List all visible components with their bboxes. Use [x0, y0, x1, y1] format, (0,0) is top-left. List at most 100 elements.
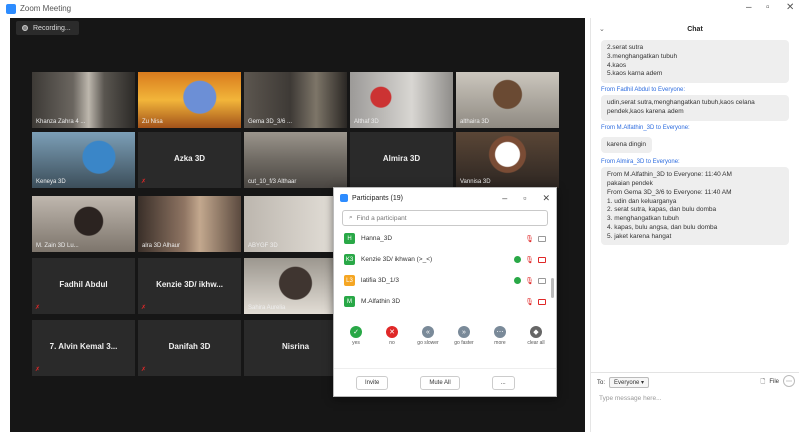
participants-scrollbar[interactable]	[551, 278, 554, 298]
video-tile[interactable]: ABYGF 3D	[244, 196, 347, 252]
yes-reaction-icon	[514, 256, 522, 263]
video-tile-no-camera[interactable]: Nisrina	[244, 320, 347, 376]
tile-participant-name: Nisrina	[281, 342, 310, 351]
muted-mic-icon: ✗	[35, 305, 41, 311]
video-tile-no-camera[interactable]: Danifah 3D ✗	[138, 320, 241, 376]
video-tile[interactable]: alra 3D Alhaur	[138, 196, 241, 252]
video-tile[interactable]: Khanza Zahra 4 ...	[32, 72, 135, 128]
panel-close-button[interactable]: ✕	[542, 193, 550, 204]
reaction-clear-all-button[interactable]: ◆ clear all	[522, 326, 550, 346]
reaction-no-button[interactable]: ✕ no	[378, 326, 406, 346]
participant-avatar: L3	[344, 275, 355, 286]
tile-name: Gema 3D_3/6 ...	[248, 119, 293, 125]
search-placeholder: Find a participant	[356, 214, 407, 222]
chat-message-input[interactable]: Type message here...	[599, 395, 662, 402]
camera-icon	[538, 277, 546, 284]
muted-mic-icon: 🎙︎	[525, 298, 534, 306]
participant-avatar: M	[344, 296, 355, 307]
reaction-yes-button[interactable]: ✓ yes	[342, 326, 370, 346]
zoom-logo-icon	[6, 4, 16, 14]
search-icon: ⌕	[349, 214, 353, 221]
video-tile[interactable]: Keneya 3D	[32, 132, 135, 188]
chat-message: 2.serat sutra 3.menghangatkan tubuh 4.ka…	[601, 40, 789, 84]
tile-name: alra 3D Alhaur	[142, 243, 181, 249]
participant-name: latifia 3D_1/3	[361, 277, 399, 284]
chat-sender: From Fadhil Abdul to Everyone:	[601, 87, 686, 94]
more-options-button[interactable]: ...	[491, 375, 515, 390]
reaction-label: yes	[352, 340, 360, 346]
video-tile[interactable]: cut_10_f/3 Althaar	[244, 132, 347, 188]
reaction-label: go slower	[417, 340, 439, 346]
video-tile-no-camera[interactable]: Fadhil Abdul ✗	[32, 258, 135, 314]
tile-participant-name: Kenzie 3D/ ikhw...	[156, 280, 223, 289]
muted-mic-icon: ✗	[35, 367, 41, 373]
chat-message: From M.Alfathin_3D to Everyone: 11:40 AM…	[601, 167, 789, 246]
participant-row[interactable]: H Hanna_3D 🎙︎	[334, 228, 556, 249]
minimize-button[interactable]: –	[746, 2, 752, 13]
video-tile-no-camera[interactable]: Azka 3D ✗	[138, 132, 241, 188]
reaction-go-faster-button[interactable]: » go faster	[450, 326, 478, 346]
chat-more-icon[interactable]: ⋯	[783, 375, 795, 387]
video-tile-no-camera[interactable]: 7. Alvin Kemal 3... ✗	[32, 320, 135, 376]
tile-name: Althaf 3D	[354, 119, 379, 125]
participant-avatar: H	[344, 233, 355, 244]
panel-maximize-button[interactable]: ▫	[523, 193, 526, 204]
close-window-button[interactable]: ✕	[786, 2, 794, 13]
participants-title: Participants (19)	[352, 194, 403, 202]
clear-all-icon: ◆	[530, 326, 542, 338]
muted-mic-icon: ✗	[141, 305, 147, 311]
camera-off-icon	[538, 256, 546, 263]
video-tile[interactable]: Gema 3D_3/6 ...	[244, 72, 347, 128]
participant-row[interactable]: K3 Kenzie 3D/ ikhwan (>_<) 🎙︎	[334, 249, 556, 270]
tile-name: Khanza Zahra 4 ...	[36, 119, 86, 125]
reaction-label: go faster	[454, 340, 474, 346]
participant-avatar: K3	[344, 254, 355, 265]
maximize-button[interactable]: ▫	[766, 2, 770, 13]
video-tile[interactable]: Sahira Aurelia	[244, 258, 347, 314]
video-tile-no-camera[interactable]: Kenzie 3D/ ikhw... ✗	[138, 258, 241, 314]
chat-sender: From M.Alfathin_3D to Everyone:	[601, 124, 690, 131]
tile-name: ABYGF 3D	[248, 243, 278, 249]
camera-off-icon	[538, 298, 546, 305]
video-tile-active-speaker[interactable]: Zu Nisa	[138, 72, 241, 128]
camera-icon	[538, 235, 546, 242]
reaction-go-slower-button[interactable]: « go slower	[414, 326, 442, 346]
tile-name: cut_10_f/3 Althaar	[248, 179, 297, 185]
tile-name: M. Zain 3D Lu...	[36, 243, 79, 249]
reaction-label: clear all	[527, 340, 545, 346]
window-title: Zoom Meeting	[20, 4, 72, 13]
chat-header: ⌄ Chat	[591, 18, 799, 40]
participant-search-input[interactable]: ⌕ Find a participant	[342, 210, 548, 226]
participant-name: Hanna_3D	[361, 235, 393, 242]
recording-label: Recording...	[33, 24, 71, 32]
video-tile-no-camera[interactable]: Almira 3D	[350, 132, 453, 188]
panel-minimize-button[interactable]: –	[502, 193, 507, 204]
chat-sender: From Almira_3D to Everyone:	[601, 159, 680, 166]
file-label: File	[769, 379, 779, 385]
tile-participant-name: Danifah 3D	[168, 342, 211, 351]
video-tile[interactable]: Vannisa 3D	[456, 132, 559, 188]
invite-button[interactable]: Invite	[356, 375, 389, 390]
record-icon	[22, 25, 28, 31]
muted-mic-icon: 🎙︎	[525, 277, 534, 285]
participant-row[interactable]: M M.Alfathin 3D 🎙︎	[334, 291, 556, 312]
tile-name: Zu Nisa	[142, 119, 163, 125]
recipient-selector: To: Everyone ▾	[597, 377, 650, 388]
chat-title: Chat	[687, 25, 703, 33]
recipient-dropdown[interactable]: Everyone ▾	[609, 377, 650, 388]
tile-participant-name: Almira 3D	[382, 154, 421, 163]
to-label: To:	[597, 379, 606, 386]
file-button[interactable]: 🗋 File	[761, 377, 780, 387]
chat-composer: To: Everyone ▾ 🗋 File ⋯ Type message her…	[591, 372, 799, 432]
tile-participant-name: Fadhil Abdul	[59, 280, 108, 289]
mute-all-button[interactable]: Mute All	[420, 375, 460, 390]
chat-panel: ⌄ Chat 2.serat sutra 3.menghangatkan tub…	[590, 18, 799, 432]
video-tile[interactable]: althaira 3D	[456, 72, 559, 128]
file-icon: 🗋	[760, 379, 766, 385]
recording-indicator[interactable]: Recording...	[16, 21, 79, 35]
video-tile[interactable]: Althaf 3D	[350, 72, 453, 128]
reaction-more-button[interactable]: ⋯ more	[486, 326, 514, 346]
tile-name: Vannisa 3D	[460, 179, 491, 185]
video-tile[interactable]: M. Zain 3D Lu...	[32, 196, 135, 252]
participant-row[interactable]: L3 latifia 3D_1/3 🎙︎	[334, 270, 556, 291]
